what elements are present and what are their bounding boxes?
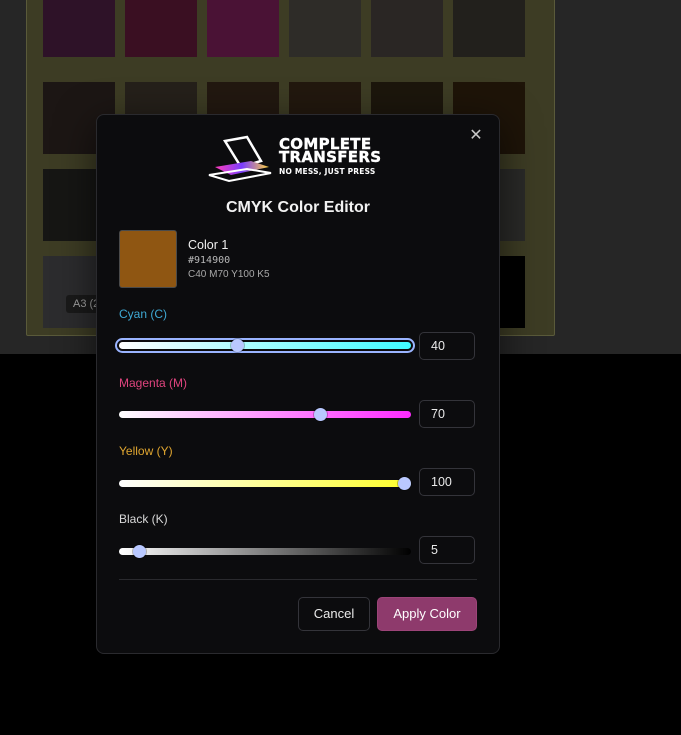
logo-mark-icon (208, 135, 272, 183)
footer-divider (119, 579, 477, 580)
black-slider-thumb[interactable] (132, 545, 146, 558)
yellow-value-input[interactable] (419, 468, 475, 496)
color-swatch-cell[interactable] (453, 0, 525, 57)
cyan-slider[interactable] (115, 338, 415, 353)
color-name: Color 1 (188, 238, 229, 252)
dialog-title: CMYK Color Editor (226, 199, 370, 216)
cancel-button[interactable]: Cancel (298, 597, 370, 631)
color-swatch-cell[interactable] (289, 0, 361, 57)
color-swatch-cell[interactable] (371, 0, 443, 57)
color-swatch-cell[interactable] (207, 0, 279, 57)
apply-color-button[interactable]: Apply Color (377, 597, 477, 631)
logo-line2: TRANSFERS (279, 148, 382, 166)
color-cmyk-summary: C40 M70 Y100 K5 (188, 269, 270, 280)
magenta-slider[interactable] (119, 408, 411, 421)
magenta-label: Magenta (M) (119, 376, 188, 390)
magenta-value-input[interactable] (419, 400, 475, 428)
yellow-label: Yellow (Y) (119, 444, 173, 458)
black-label: Black (K) (119, 512, 168, 526)
color-swatch-cell[interactable] (125, 0, 197, 57)
magenta-slider-thumb[interactable] (314, 408, 328, 421)
yellow-slider-thumb[interactable] (398, 477, 411, 490)
color-swatch-cell[interactable] (43, 0, 115, 57)
black-slider[interactable] (119, 545, 411, 558)
complete-transfers-logo: COMPLETE TRANSFERS NO MESS, JUST PRESS (207, 135, 389, 183)
logo-tagline: NO MESS, JUST PRESS (279, 167, 376, 176)
close-icon[interactable]: ✕ (467, 127, 485, 145)
color-hex: #914900 (188, 255, 231, 266)
color-preview-swatch (119, 230, 177, 288)
cyan-slider-thumb[interactable] (230, 339, 244, 352)
cyan-value-input[interactable] (419, 332, 475, 360)
black-value-input[interactable] (419, 536, 475, 564)
yellow-slider[interactable] (119, 477, 411, 490)
cyan-label: Cyan (C) (119, 307, 168, 321)
cmyk-editor-dialog: ✕ COMPLETE TRANSFERS NO MESS, JUST PRESS… (96, 114, 500, 654)
